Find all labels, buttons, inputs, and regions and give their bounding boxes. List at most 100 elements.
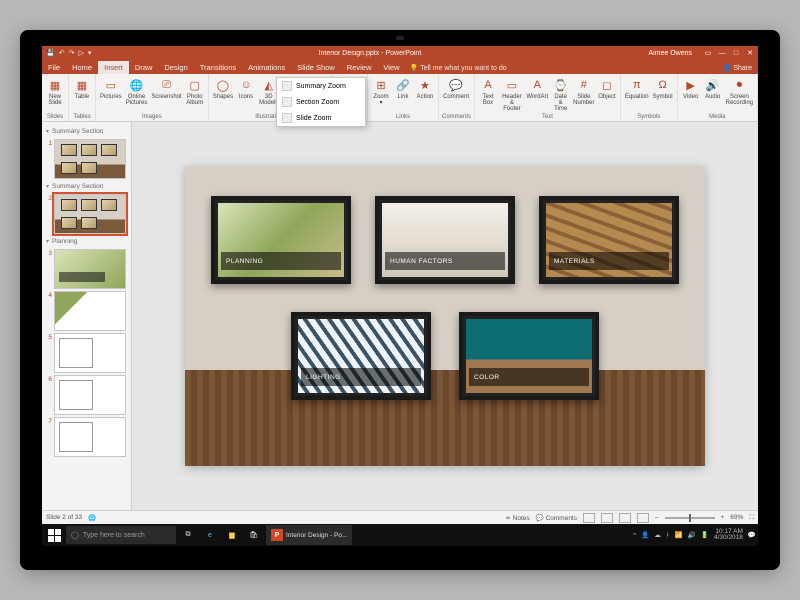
- ribbon-comment-button[interactable]: 💬Comment: [442, 76, 470, 101]
- wordart-icon: A: [529, 77, 545, 93]
- people-icon[interactable]: 👤: [641, 531, 649, 539]
- symbol-icon: Ω: [655, 77, 671, 93]
- slideshow-view-button[interactable]: [637, 513, 649, 523]
- slide-thumbnail-1[interactable]: [54, 139, 126, 179]
- tab-slideshow[interactable]: Slide Show: [291, 61, 341, 74]
- volume-icon[interactable]: 🔊: [688, 531, 696, 539]
- sorter-view-button[interactable]: [601, 513, 613, 523]
- ribbon-pictures-button[interactable]: ▭Pictures: [99, 76, 123, 101]
- frame-color[interactable]: COLOR: [459, 312, 599, 400]
- thumbnail-row: 2: [44, 194, 129, 234]
- store-icon[interactable]: 🛍: [244, 525, 264, 545]
- tray-up-icon[interactable]: ^: [633, 532, 636, 539]
- ribbon-slide-number-button[interactable]: #Slide Number: [573, 76, 595, 107]
- language-status[interactable]: 🌐 English (United States): [88, 514, 96, 522]
- ribbon-audio-button[interactable]: 🔊Audio: [703, 76, 723, 101]
- ribbon-symbol-button[interactable]: ΩSymbol: [652, 76, 674, 101]
- tab-design[interactable]: Design: [158, 61, 193, 74]
- zoom-section-item[interactable]: Section Zoom: [277, 94, 365, 110]
- frame-lighting[interactable]: LIGHTING: [291, 312, 431, 400]
- maximize-icon[interactable]: □: [732, 50, 740, 57]
- notes-button[interactable]: ≐ Notes: [505, 514, 529, 522]
- zoom-in-button[interactable]: +: [721, 514, 725, 521]
- ribbon-new-slide-button[interactable]: ▦New Slide: [45, 76, 65, 107]
- start-button[interactable]: [44, 525, 64, 545]
- ribbon-screenshot-button[interactable]: ⎚Screenshot: [150, 76, 182, 101]
- clock[interactable]: 10:17 AM4/30/2018: [714, 529, 743, 542]
- ribbon-table-button[interactable]: ▦Table: [72, 76, 92, 101]
- slide-thumbnail-4[interactable]: [54, 291, 126, 331]
- ribbon-screen-recording-button[interactable]: ⏺Screen Recording: [725, 76, 754, 107]
- slide-counter[interactable]: Slide 2 of 33: [46, 514, 82, 521]
- ribbon-text-box-button[interactable]: AText Box: [478, 76, 498, 107]
- slide-thumbnail-7[interactable]: [54, 417, 126, 457]
- ribbon-options-icon[interactable]: ▭: [704, 49, 712, 57]
- slide-canvas[interactable]: PLANNING HUMAN FACTORS MATERIALS LIGHTIN…: [185, 166, 705, 466]
- close-icon[interactable]: ✕: [746, 49, 754, 57]
- ribbon-object-button[interactable]: ◻Object: [597, 76, 617, 101]
- redo-icon[interactable]: ↷: [69, 49, 75, 57]
- zoom-out-button[interactable]: –: [655, 514, 659, 521]
- powerpoint-task[interactable]: PInterior Design - Po...: [266, 525, 352, 545]
- slide-thumbnail-5[interactable]: [54, 333, 126, 373]
- frame-planning[interactable]: PLANNING: [211, 196, 351, 284]
- zoom-slider[interactable]: [665, 517, 715, 519]
- slide-thumbnail-6[interactable]: [54, 375, 126, 415]
- ribbon-video-button[interactable]: ▶Video: [681, 76, 701, 101]
- fit-to-window-button[interactable]: ⛶: [749, 514, 754, 522]
- start-from-beginning-icon[interactable]: ▷: [78, 49, 83, 57]
- tab-home[interactable]: Home: [66, 61, 98, 74]
- reading-view-button[interactable]: [619, 513, 631, 523]
- action-center-icon[interactable]: 💬: [748, 531, 756, 539]
- normal-view-button[interactable]: [583, 513, 595, 523]
- edge-icon[interactable]: e: [200, 525, 220, 545]
- slide-thumbnail-2[interactable]: [54, 194, 126, 234]
- tab-insert[interactable]: Insert: [98, 61, 129, 74]
- tab-animations[interactable]: Animations: [242, 61, 291, 74]
- explorer-icon[interactable]: ▆: [222, 525, 242, 545]
- section-header[interactable]: Planning: [44, 236, 129, 247]
- tab-review[interactable]: Review: [341, 61, 378, 74]
- ribbon-header-footer-button[interactable]: ▭Header & Footer: [500, 76, 524, 113]
- section-header[interactable]: Summary Section: [44, 126, 129, 137]
- battery-icon[interactable]: 🔋: [701, 531, 709, 539]
- zoom-level[interactable]: 69%: [730, 514, 743, 521]
- tab-file[interactable]: File: [42, 61, 66, 74]
- frame-human-factors[interactable]: HUMAN FACTORS: [375, 196, 515, 284]
- ribbon-date-time-button[interactable]: ⌚Date & Time: [551, 76, 571, 113]
- slide-thumbnail-panel[interactable]: Summary Section1Summary Section2Planning…: [42, 122, 132, 510]
- comments-button[interactable]: 💬 Comments: [536, 514, 577, 522]
- tab-transitions[interactable]: Transitions: [194, 61, 242, 74]
- wifi-icon[interactable]: 📶: [675, 531, 683, 539]
- zoom-summary-item[interactable]: Summary Zoom: [277, 78, 365, 94]
- tab-draw[interactable]: Draw: [129, 61, 159, 74]
- share-button[interactable]: 👤 Share: [717, 62, 758, 74]
- tab-view[interactable]: View: [377, 61, 405, 74]
- ribbon-link-button[interactable]: 🔗Link: [393, 76, 413, 101]
- ribbon-icons-button[interactable]: ☺Icons: [236, 76, 256, 101]
- text-box-icon: A: [480, 77, 496, 93]
- ribbon-action-button[interactable]: ★Action: [415, 76, 435, 101]
- taskbar-search[interactable]: ◯Type here to search: [66, 526, 176, 544]
- ribbon-group-text: AText Box▭Header & FooterAWordArt⌚Date &…: [475, 74, 621, 121]
- ribbon-shapes-button[interactable]: ◯Shapes: [212, 76, 234, 101]
- save-icon[interactable]: 💾: [46, 49, 55, 57]
- slide-thumbnail-3[interactable]: [54, 249, 126, 289]
- tell-me-search[interactable]: 💡 Tell me what you want to do: [410, 64, 507, 74]
- minimize-icon[interactable]: —: [718, 50, 726, 57]
- group-label: Symbols: [624, 114, 674, 121]
- onedrive-icon[interactable]: ☁: [654, 531, 661, 539]
- ribbon-photo-album-button[interactable]: ▢Photo Album: [185, 76, 205, 107]
- section-header[interactable]: Summary Section: [44, 181, 129, 192]
- ribbon-online-pictures-button[interactable]: 🌐Online Pictures: [125, 76, 149, 107]
- ribbon-wordart-button[interactable]: AWordArt: [526, 76, 549, 101]
- frame-materials[interactable]: MATERIALS: [539, 196, 679, 284]
- undo-icon[interactable]: ↶: [59, 49, 65, 57]
- task-view-button[interactable]: ⧉: [178, 525, 198, 545]
- ribbon-equation-button[interactable]: πEquation: [624, 76, 650, 101]
- zoom-slide-item[interactable]: Slide Zoom: [277, 110, 365, 126]
- bluetooth-icon[interactable]: ᚼ: [666, 532, 670, 539]
- user-name[interactable]: Aimee Owens: [648, 50, 692, 57]
- ribbon-zoom-button[interactable]: ⊞Zoom ▾: [371, 76, 391, 107]
- slide-editor[interactable]: PLANNING HUMAN FACTORS MATERIALS LIGHTIN…: [132, 122, 758, 510]
